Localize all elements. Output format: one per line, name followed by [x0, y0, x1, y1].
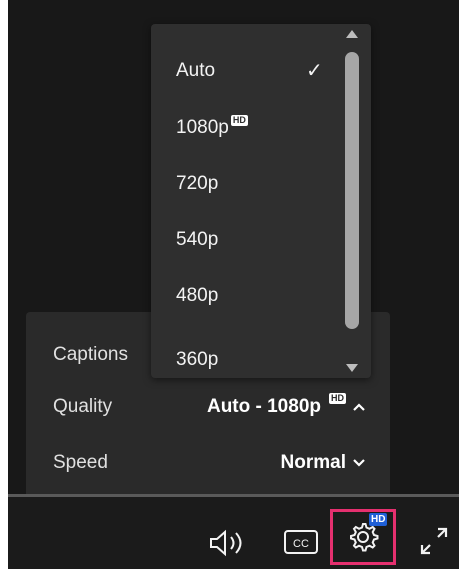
hd-badge: HD — [329, 392, 346, 404]
quality-option-label: 360p — [176, 349, 219, 370]
captions-button[interactable]: CC — [280, 525, 322, 559]
quality-option-label: 540p — [176, 229, 219, 250]
setting-label-speed: Speed — [53, 452, 108, 473]
quality-option-480p[interactable]: 480p — [176, 276, 336, 316]
quality-option-label: 1080p — [176, 117, 229, 138]
settings-hd-badge: HD — [369, 513, 388, 526]
quality-option-720p[interactable]: 720p — [176, 164, 336, 204]
quality-option-label: 480p — [176, 285, 219, 306]
quality-menu: Auto ✓ 1080p HD 720p 540p 480p 360p — [151, 24, 371, 378]
video-player: Captions Quality Auto - 1080p HD Speed No… — [8, 0, 459, 569]
quality-menu-scrollbar[interactable] — [343, 28, 361, 374]
captions-icon-text: CC — [293, 538, 309, 550]
fullscreen-button[interactable] — [412, 519, 456, 563]
check-icon: ✓ — [306, 60, 323, 82]
scroll-up-arrow-icon[interactable] — [346, 30, 358, 38]
quality-option-label: 720p — [176, 173, 219, 194]
scroll-thumb[interactable] — [345, 52, 359, 329]
setting-row-speed[interactable]: Speed Normal — [26, 440, 390, 488]
quality-option-540p[interactable]: 540p — [176, 220, 336, 260]
setting-label-quality: Quality — [53, 396, 113, 417]
captions-icon: CC — [284, 530, 318, 554]
hd-badge: HD — [230, 115, 248, 126]
speed-value-text: Normal — [280, 452, 346, 473]
setting-value-quality: Auto - 1080p HD — [206, 392, 366, 418]
speaker-icon — [210, 529, 242, 557]
quality-option-1080p[interactable]: 1080p HD — [176, 108, 336, 148]
fullscreen-icon — [420, 527, 448, 555]
setting-label-captions: Captions — [53, 344, 128, 365]
volume-button[interactable] — [204, 521, 254, 565]
quality-value-text: Auto - 1080p — [206, 396, 321, 417]
chevron-down-icon — [353, 459, 365, 467]
setting-value-speed: Normal — [281, 452, 366, 474]
quality-option-auto[interactable]: Auto ✓ — [176, 51, 336, 91]
chevron-up-icon — [353, 403, 365, 411]
scroll-down-arrow-icon[interactable] — [346, 364, 358, 372]
quality-option-360p[interactable]: 360p — [176, 340, 336, 378]
quality-option-label: Auto — [176, 60, 216, 81]
setting-row-quality[interactable]: Quality Auto - 1080p HD — [26, 384, 390, 432]
